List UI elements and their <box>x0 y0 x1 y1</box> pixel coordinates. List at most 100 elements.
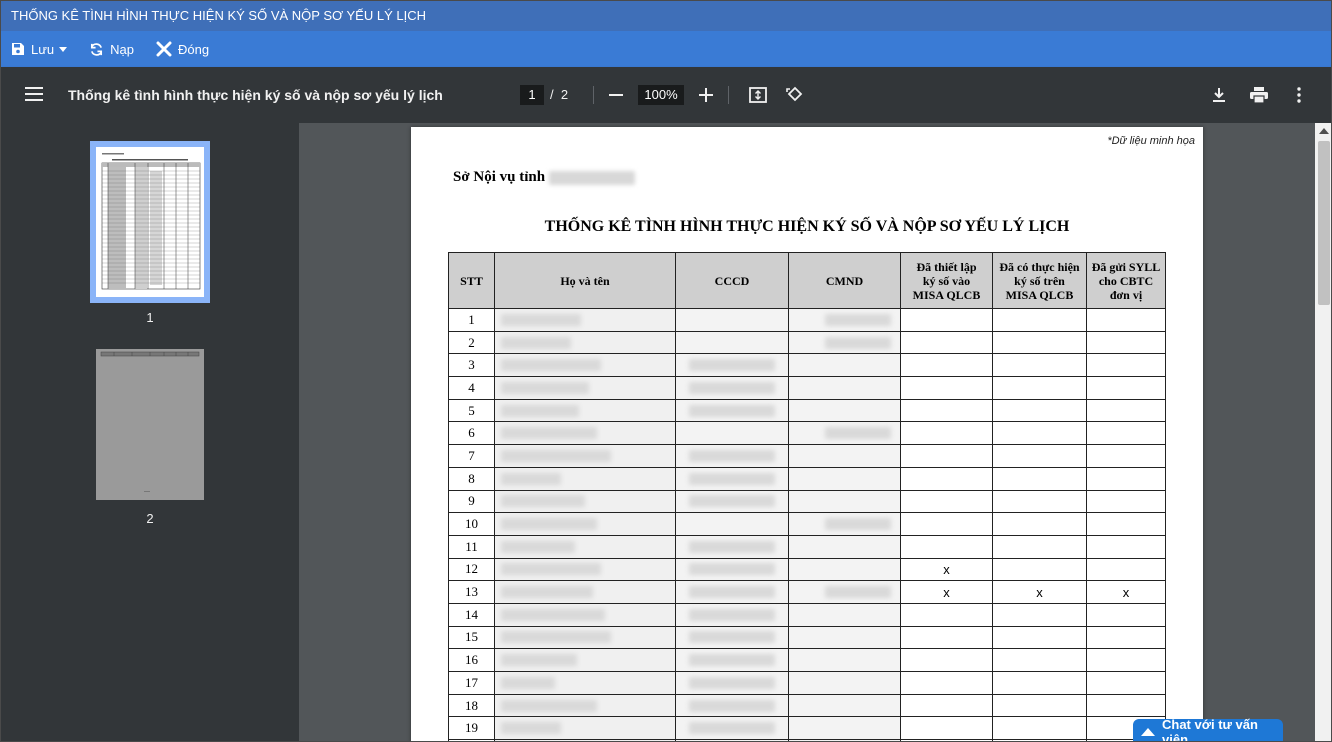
row-signed <box>992 625 1087 650</box>
row-stt: 4 <box>448 376 495 400</box>
more-options-button[interactable] <box>1288 84 1310 106</box>
row-setup <box>900 716 993 741</box>
row-setup: x <box>900 557 993 582</box>
download-button[interactable] <box>1208 84 1230 106</box>
row-name <box>494 353 676 378</box>
row-sent <box>1086 671 1166 695</box>
redacted-name <box>501 563 601 576</box>
row-cmnd <box>788 398 901 423</box>
row-signed <box>992 512 1087 536</box>
row-cmnd <box>788 466 901 491</box>
row-cmnd <box>788 580 901 604</box>
row-signed <box>992 398 1087 423</box>
redacted-cccd <box>689 449 775 462</box>
redacted-name <box>501 313 581 326</box>
row-name <box>494 512 676 536</box>
row-cccd <box>675 444 789 468</box>
fit-page-icon <box>749 87 767 103</box>
column-header-cccd: CCCD <box>675 252 789 309</box>
table-row: 14 <box>448 602 1166 627</box>
page-separator: / <box>550 87 554 102</box>
redacted-province <box>549 170 636 185</box>
row-sent <box>1086 534 1166 559</box>
close-button[interactable]: Đóng <box>156 41 209 57</box>
row-signed <box>992 648 1087 672</box>
row-sent <box>1086 512 1166 536</box>
column-header-stt: STT <box>448 252 495 309</box>
scrollbar-thumb[interactable] <box>1318 141 1330 305</box>
page-number-input[interactable]: 1 <box>520 85 544 105</box>
zoom-out-button[interactable] <box>605 84 627 106</box>
row-cmnd <box>788 444 901 468</box>
toolbar: Lưu Nạp Đóng <box>1 31 1331 67</box>
table-row: 12 x <box>448 557 1166 582</box>
row-stt: 12 <box>448 557 495 582</box>
row-setup <box>900 353 993 378</box>
row-sent <box>1086 376 1166 400</box>
row-stt: 6 <box>448 421 495 446</box>
close-icon <box>156 41 172 57</box>
row-stt: 15 <box>448 625 495 650</box>
scroll-up-arrow-icon[interactable] <box>1319 128 1329 134</box>
document-view[interactable]: *Dữ liệu minh họa Sở Nội vụ tỉnh THỐNG K… <box>299 123 1315 741</box>
redacted-name <box>501 381 589 394</box>
row-signed <box>992 466 1087 491</box>
menu-button[interactable] <box>25 86 43 107</box>
row-name <box>494 557 676 582</box>
row-name <box>494 648 676 672</box>
chat-with-advisor-button[interactable]: Chat với tư vấn viên <box>1133 717 1283 741</box>
row-signed <box>992 489 1087 514</box>
row-name <box>494 398 676 423</box>
plus-icon <box>699 88 713 102</box>
row-cmnd <box>788 512 901 536</box>
zoom-input[interactable]: 100% <box>638 85 684 105</box>
row-sent <box>1086 602 1166 627</box>
row-stt: 13 <box>448 580 495 604</box>
vertical-scrollbar[interactable] <box>1315 123 1331 741</box>
close-label: Đóng <box>178 41 210 57</box>
rotate-button[interactable] <box>784 84 806 106</box>
row-signed: x <box>992 580 1087 604</box>
redacted-cccd <box>689 404 775 417</box>
zoom-in-button[interactable] <box>695 84 717 106</box>
redacted-name <box>501 699 597 712</box>
redacted-name <box>501 654 577 667</box>
fit-page-button[interactable] <box>747 84 769 106</box>
toolbar-divider <box>728 86 729 104</box>
print-icon <box>1250 87 1268 103</box>
reload-button[interactable]: Nạp <box>89 42 134 57</box>
row-cmnd <box>788 602 901 627</box>
row-signed <box>992 353 1087 378</box>
row-cmnd <box>788 534 901 559</box>
hamburger-menu-icon <box>25 87 43 101</box>
row-setup: x <box>900 580 993 604</box>
print-button[interactable] <box>1248 84 1270 106</box>
row-sent <box>1086 330 1166 355</box>
redacted-cmnd <box>825 427 891 440</box>
row-signed <box>992 444 1087 468</box>
redacted-name <box>501 336 571 349</box>
column-header-name: Họ và tên <box>494 252 676 309</box>
row-cccd <box>675 489 789 514</box>
row-cccd <box>675 330 789 355</box>
row-signed <box>992 330 1087 355</box>
redacted-name <box>501 586 593 599</box>
row-signed <box>992 693 1087 718</box>
redacted-cccd <box>689 699 775 712</box>
redacted-cccd <box>689 359 775 372</box>
statistics-table: STT Họ và tên CCCD CMND Đã thiết lập ký … <box>448 252 1166 741</box>
row-cccd <box>675 353 789 378</box>
save-button[interactable]: Lưu <box>11 42 68 57</box>
row-signed <box>992 716 1087 741</box>
row-sent <box>1086 308 1166 332</box>
page-thumbnail-1[interactable] <box>90 141 210 308</box>
row-setup <box>900 693 993 718</box>
column-header-setup: Đã thiết lập ký số vào MISA QLCB <box>900 252 993 309</box>
table-row: 3 <box>448 353 1166 378</box>
row-name <box>494 602 676 627</box>
row-cmnd <box>788 376 901 400</box>
row-cmnd <box>788 330 901 355</box>
row-cccd <box>675 376 789 400</box>
page-thumbnail-2[interactable] <box>96 349 204 505</box>
chevron-up-icon <box>1141 728 1155 736</box>
